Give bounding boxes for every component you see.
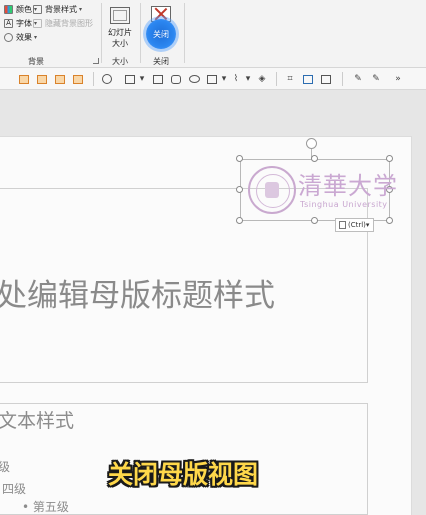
rotate-handle[interactable]	[306, 138, 317, 149]
background-group-label: 背景	[28, 57, 44, 66]
resize-handle[interactable]	[386, 217, 393, 224]
crop-icon[interactable]: ⌗	[284, 73, 296, 85]
logo-english-name: Tsinghua University	[300, 200, 388, 209]
logo-chinese-name: 清華大学	[298, 172, 398, 200]
hide-background-graphics-checkbox[interactable]: 隐藏背景图形	[33, 18, 93, 29]
click-highlight-label: 关闭	[153, 29, 169, 39]
eyedropper-icon[interactable]: ✎	[352, 73, 364, 85]
resize-handle[interactable]	[386, 155, 393, 162]
paste-options-label: (Ctrl)	[348, 221, 366, 229]
fonts-icon: A	[4, 19, 13, 28]
chevron-down-icon: ▾	[79, 6, 83, 13]
background-style-label: 背景样式	[45, 5, 77, 14]
toolbar-separator	[342, 72, 343, 86]
effects-dropdown[interactable]: 效果 ▾	[4, 32, 37, 43]
effects-label: 效果	[16, 33, 32, 42]
effects-icon	[4, 33, 13, 42]
click-highlight: 关闭	[146, 19, 176, 49]
resize-handle[interactable]	[236, 186, 243, 193]
bring-forward-icon[interactable]	[36, 73, 48, 85]
resize-handle[interactable]	[236, 155, 243, 162]
slide-size-icon	[110, 7, 130, 24]
ribbon: 颜色 ▾ 背景样式 ▾ A 字体 ▾ 隐藏背景图形 效果 ▾ 背景 幻灯片 大小…	[0, 0, 426, 68]
chevron-down-icon: ▾	[34, 34, 38, 41]
slide-size-label-line1: 幻灯片	[108, 28, 132, 37]
rectangle-icon[interactable]	[152, 73, 164, 85]
slide-size-button[interactable]: 幻灯片 大小	[103, 4, 137, 54]
body-level3-text: 级	[0, 460, 11, 474]
resize-handle[interactable]	[311, 217, 318, 224]
group-divider	[140, 3, 141, 63]
clipboard-icon	[339, 221, 346, 229]
outline-icon[interactable]: ⌇	[230, 73, 242, 85]
oval-icon[interactable]	[188, 73, 200, 85]
effects-icon[interactable]: ◈	[256, 73, 268, 85]
send-backward-icon[interactable]	[54, 73, 66, 85]
chevron-down-icon: ▾	[365, 221, 370, 229]
picture-format-icon[interactable]	[320, 73, 332, 85]
dialog-launcher-icon[interactable]	[93, 58, 99, 64]
shapes-gallery-icon[interactable]	[101, 73, 113, 85]
fill-icon[interactable]	[206, 73, 218, 85]
university-seal-icon	[248, 166, 296, 214]
resize-handle[interactable]	[236, 217, 243, 224]
background-style-icon	[33, 5, 42, 14]
body-level1-text: 文本样式	[0, 410, 75, 432]
video-caption: 关闭母版视图	[108, 460, 259, 489]
bullet: •	[22, 500, 30, 514]
picture-icon[interactable]	[302, 73, 314, 85]
background-style-dropdown[interactable]: 背景样式 ▾	[33, 4, 82, 15]
checkbox-icon	[33, 19, 42, 28]
more-tools-icon[interactable]: »	[392, 73, 404, 85]
group-divider	[101, 3, 102, 63]
hide-background-graphics-label: 隐藏背景图形	[45, 19, 93, 28]
shape-icon[interactable]	[124, 73, 136, 85]
colors-icon	[4, 5, 13, 14]
toolbar-separator	[276, 72, 277, 86]
chevron-down-icon[interactable]: ▾	[242, 73, 254, 85]
chevron-down-icon[interactable]: ▾	[136, 73, 148, 85]
title-placeholder-text: 处编辑母版标题样式	[0, 278, 275, 314]
close-group-label: 关闭	[153, 57, 169, 66]
paste-options-button[interactable]: (Ctrl) ▾	[335, 218, 375, 232]
resize-handle[interactable]	[311, 155, 318, 162]
group-objects-icon[interactable]	[72, 73, 84, 85]
fonts-label: 字体	[16, 19, 32, 28]
drawing-toolbar: ▾ ▾ ⌇ ▾ ◈ ⌗ ✎ ✎ »	[0, 68, 426, 90]
body-level5-item: • 第五级	[22, 498, 69, 515]
size-group-label: 大小	[112, 57, 128, 66]
arrange-icon[interactable]	[18, 73, 30, 85]
colors-label: 颜色	[16, 5, 32, 14]
rounded-rectangle-icon[interactable]	[170, 73, 182, 85]
slide-size-label-line2: 大小	[112, 39, 128, 48]
eyedropper-text-icon[interactable]: ✎	[370, 73, 382, 85]
toolbar-separator	[93, 72, 94, 86]
body-level4-text: 四级	[2, 482, 27, 496]
body-level5-text: 第五级	[32, 500, 69, 514]
chevron-down-icon[interactable]: ▾	[218, 73, 230, 85]
group-divider	[184, 3, 185, 63]
